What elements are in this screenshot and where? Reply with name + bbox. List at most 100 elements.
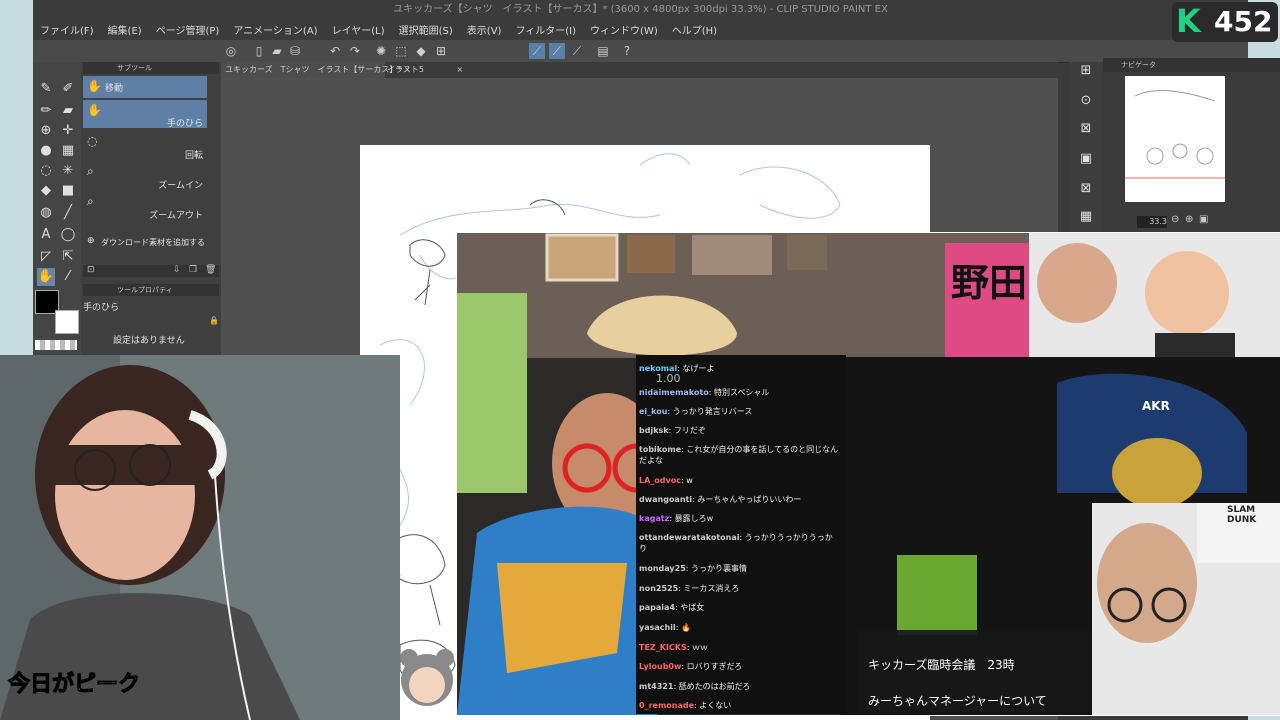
brush-icon[interactable]: ✏ (37, 102, 55, 120)
menu-filter[interactable]: フィルター(I) (508, 22, 583, 37)
figure-icon[interactable]: ◍ (37, 204, 55, 222)
chat-message: LA_odvoc: w (639, 476, 693, 485)
snap-special-icon[interactable]: ⟋ (549, 43, 565, 59)
copy-icon[interactable]: ❐ (189, 265, 197, 275)
fill-bucket-icon[interactable]: ◆ (37, 182, 55, 200)
sparkle-icon[interactable]: ✛ (59, 122, 77, 140)
no-settings-text: 設定はありません (113, 336, 185, 346)
lock-icon[interactable]: 🔒 (209, 316, 219, 325)
viewer-count-badge: K 452 (1172, 2, 1278, 42)
menu-page[interactable]: ページ管理(P) (149, 22, 227, 37)
grid-icon[interactable]: ▦ (1077, 208, 1095, 226)
subtool-zoom-in-label: ズームイン (158, 181, 203, 191)
chat-message: Lyloub0w: ロバりすぎだろ (639, 662, 743, 671)
subtool-zoom-out[interactable]: ⌕ ズームアウト (83, 192, 207, 221)
navigator-thumbnail[interactable] (1125, 76, 1225, 202)
chat-message: bdjksk: フリだぞ (639, 426, 706, 435)
search-layer-icon[interactable]: ⊙ (1077, 92, 1095, 110)
image-icon[interactable]: ⊠ (1077, 120, 1095, 138)
eyedropper-icon[interactable]: ⁄ (59, 268, 77, 286)
trash-icon[interactable]: 🗑 (205, 265, 216, 275)
app-icon[interactable]: ◎ (223, 43, 239, 59)
subtool-zoom-in[interactable]: ⌕ ズームイン (83, 162, 207, 191)
hand-icon: ✋ (87, 79, 102, 93)
k-logo-icon: K (1176, 2, 1201, 40)
fill-icon[interactable]: ◆ (413, 43, 429, 59)
pen-icon[interactable]: ✎ (37, 80, 55, 98)
lasso-icon[interactable]: ◌ (37, 162, 55, 180)
subtool-hand[interactable]: ✋ 手のひら (83, 100, 207, 129)
transparent-color-swatch[interactable] (35, 340, 77, 350)
menu-view[interactable]: 表示(V) (460, 22, 509, 37)
tab-tshirt-illust[interactable]: ユキッカーズ Tシャツ イラスト【サーカス】* × (221, 62, 411, 78)
sub-color-swatch[interactable] (55, 310, 79, 334)
grid-tool-icon[interactable]: ▦ (59, 142, 77, 160)
redo-icon[interactable]: ↷ (347, 43, 363, 59)
window-title: ユキッカーズ【シャツ イラスト【サーカス】* (3600 x 4800px 30… (33, 0, 1248, 19)
pencil-icon[interactable]: ✐ (59, 80, 77, 98)
subtool-panel: サブツール ✋ 移動 ✋ 手のひら ◌ 回転 ⌕ ズームイン ⌕ ズームアウト … (81, 62, 221, 362)
menu-help[interactable]: ヘルプ(H) (665, 22, 724, 37)
close-icon[interactable]: × (456, 65, 463, 74)
meeting-caption: キッカーズ臨時会議 23時 みーちゃんマネージャーについて (858, 630, 1090, 712)
banner-text: 野田 (951, 261, 1028, 305)
balloon-icon[interactable]: ◯ (59, 226, 77, 244)
caption-line1: キッカーズ臨時会議 23時 (868, 658, 1015, 672)
chat-message: kagatz: 暴露しろw (639, 514, 714, 523)
magic-wand-icon[interactable]: ✳ (59, 162, 77, 180)
blend-icon[interactable]: ● (37, 142, 55, 160)
chair-logo: AKR (1142, 399, 1170, 413)
tab-illust5[interactable]: イラスト5 × (383, 62, 467, 78)
stamp-icon[interactable]: ⊕ (37, 122, 55, 140)
subtool-move[interactable]: ✋ 移動 (83, 76, 207, 98)
subtool-rotate[interactable]: ◌ 回転 (83, 132, 207, 161)
menu-selection[interactable]: 選択範囲(S) (392, 22, 460, 37)
live-chat-panel[interactable]: 1.00 nekomal: なげーよ nidaimemakoto: 特別スペシャ… (636, 355, 846, 714)
help-icon[interactable]: ? (619, 43, 635, 59)
new-file-icon[interactable]: ▯ (251, 43, 267, 59)
subtool-zoom-out-label: ズームアウト (149, 211, 203, 221)
operation-icon[interactable]: ⇱ (59, 248, 77, 266)
viewer-count: 452 (1214, 5, 1273, 38)
chat-message: nekomal: なげーよ (639, 364, 715, 373)
menu-layer[interactable]: レイヤー(L) (325, 22, 392, 37)
crop-icon[interactable]: ⊞ (433, 43, 449, 59)
undo-icon[interactable]: ↶ (327, 43, 343, 59)
clear-icon[interactable]: ✺ (373, 43, 389, 59)
chat-message: TEZ_KICKS: ｗｗ (639, 643, 708, 652)
menu-window[interactable]: ウィンドウ(W) (583, 22, 665, 37)
material-icon[interactable]: ▣ (1077, 150, 1095, 168)
frame-icon[interactable]: ◸ (37, 248, 55, 266)
layer-property-icon[interactable]: ⊞ (1077, 62, 1095, 80)
eraser-icon[interactable]: ▰ (59, 102, 77, 120)
snap-grid-icon[interactable]: ⟋ (569, 43, 585, 59)
magnifier-icon: ⌕ (87, 194, 94, 208)
streamer-caption: 今日がピーク (7, 672, 141, 698)
navigator-header: ナビゲータ (1103, 58, 1280, 72)
download-icon[interactable]: ⇩ (173, 265, 181, 275)
menu-file[interactable]: ファイル(F) (33, 22, 101, 37)
transform-icon[interactable]: ⬚ (393, 43, 409, 59)
snap-ruler-icon[interactable]: ⟋ (529, 43, 545, 59)
zoom-in-icon[interactable]: ⊕ (1185, 214, 1193, 225)
text-icon[interactable]: A (37, 226, 55, 244)
subtool-header: サブツール (83, 62, 219, 74)
gradient-icon[interactable]: ■ (59, 182, 77, 200)
menu-animation[interactable]: アニメーション(A) (226, 22, 324, 37)
zoom-value[interactable]: 33.3 (1137, 216, 1167, 228)
document-icon[interactable]: ▤ (595, 43, 611, 59)
tool-property-name: 手のひら (83, 303, 120, 313)
zoom-out-icon[interactable]: ⊖ (1171, 214, 1179, 225)
open-folder-icon[interactable]: ▰ (269, 43, 285, 59)
menu-bar: ファイル(F) 編集(E) ページ管理(P) アニメーション(A) レイヤー(L… (33, 19, 1248, 40)
chat-message: nidaimemakoto: 特別スペシャル (639, 388, 770, 397)
add-material-button[interactable]: ⊕ ダウンロード素材を追加する (83, 232, 207, 254)
magnifier-icon: ⌕ (87, 164, 94, 178)
crosshatch-icon[interactable]: ⊠ (1077, 180, 1095, 198)
fit-icon[interactable]: ▣ (1199, 214, 1208, 225)
line-icon[interactable]: ╱ (59, 204, 77, 222)
settings-icon[interactable]: ⊡ (87, 265, 95, 275)
menu-edit[interactable]: 編集(E) (101, 22, 149, 37)
hand-icon[interactable]: ✋ (37, 268, 55, 286)
save-icon[interactable]: ⛁ (287, 43, 303, 59)
